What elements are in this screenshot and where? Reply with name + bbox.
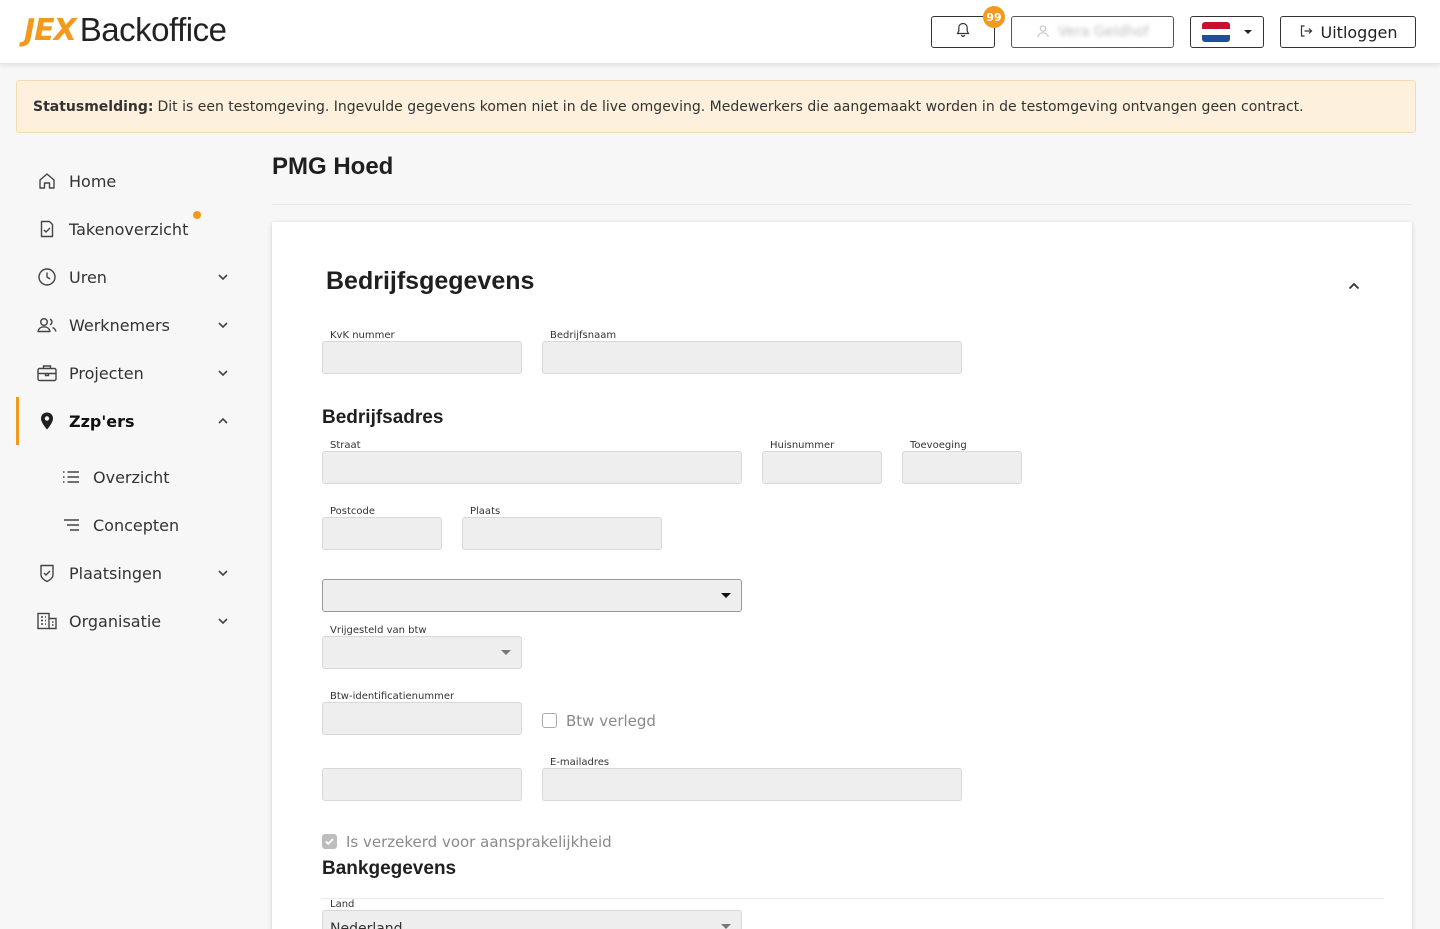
caret-down-icon <box>1244 30 1252 34</box>
chevron-down-icon <box>216 270 230 284</box>
home-icon <box>36 170 58 192</box>
field-label: Bedrijfsnaam <box>550 330 617 341</box>
vat-id-input[interactable]: Btw-identificatienummer <box>322 691 522 735</box>
caret-down-icon <box>721 924 731 929</box>
sidebar-subitem-overzicht[interactable]: Overzicht <box>16 453 246 501</box>
shield-check-icon <box>36 562 58 584</box>
location-pin-icon <box>36 410 58 432</box>
status-banner-label: Statusmelding: <box>33 98 154 115</box>
sidebar-item-label: Uren <box>69 267 107 287</box>
field-label: Straat <box>330 440 361 451</box>
sidebar-item-label: Overzicht <box>93 467 170 487</box>
task-document-icon <box>36 218 58 240</box>
sidebar-item-label: Concepten <box>93 515 180 535</box>
logout-label: Uitloggen <box>1320 22 1398 42</box>
logo-text: Backoffice <box>79 11 227 48</box>
bank-country-value: Nederland <box>330 921 403 929</box>
sidebar-item-projecten[interactable]: Projecten <box>16 349 246 397</box>
users-icon <box>36 314 58 336</box>
postcode-input[interactable]: Postcode <box>322 506 442 550</box>
sidebar-item-organisatie[interactable]: Organisatie <box>16 597 246 645</box>
phone-input[interactable] <box>322 768 522 801</box>
logo-mark: JEX <box>24 12 77 48</box>
field-label: Huisnummer <box>770 440 835 451</box>
field-label: Plaats <box>470 506 501 517</box>
insured-label: Is verzekerd voor aansprakelijkheid <box>346 833 612 851</box>
email-input[interactable]: E-mailadres <box>542 757 962 801</box>
vat-reverse-checkbox[interactable] <box>542 713 557 728</box>
field-label: Postcode <box>330 506 376 517</box>
sidebar-item-label: Home <box>69 171 117 191</box>
sidebar-item-label: Takenoverzicht <box>69 219 189 239</box>
caret-down-icon <box>501 650 511 655</box>
notification-dot <box>193 211 201 219</box>
user-button[interactable]: Vera Geldhof <box>1011 16 1174 48</box>
address-subtitle: Bedrijfsadres <box>322 407 444 428</box>
sidebar-item-label: Organisatie <box>69 611 162 631</box>
page-title: PMG Hoed <box>272 153 394 180</box>
kvk-number-input[interactable]: KvK nummer <box>322 330 522 374</box>
chevron-down-icon <box>216 566 230 580</box>
bell-icon <box>955 22 971 42</box>
city-input[interactable]: Plaats <box>462 506 662 550</box>
company-details-card: Bedrijfsgegevens KvK nummer Bedrijfsnaam… <box>272 222 1412 929</box>
company-name-input[interactable]: Bedrijfsnaam <box>542 330 962 374</box>
sidebar-item-label: Projecten <box>69 363 144 383</box>
sidebar-item-uren[interactable]: Uren <box>16 253 246 301</box>
notification-badge: 99 <box>983 6 1005 28</box>
briefcase-icon <box>36 362 58 384</box>
user-name: Vera Geldhof <box>1058 24 1149 40</box>
logout-button[interactable]: Uitloggen <box>1280 16 1416 48</box>
lines-icon <box>60 514 82 536</box>
addition-input[interactable]: Toevoeging <box>902 440 1022 484</box>
chevron-down-icon <box>216 614 230 628</box>
check-icon <box>325 838 334 846</box>
sidebar-item-label: Plaatsingen <box>69 563 163 583</box>
user-icon <box>1036 23 1050 42</box>
caret-down-icon <box>721 593 731 598</box>
vat-exempt-select[interactable]: Vrijgesteld van btw <box>322 625 522 669</box>
title-divider <box>272 204 1412 205</box>
chevron-down-icon <box>216 318 230 332</box>
sidebar-item-label: Werknemers <box>69 315 170 335</box>
bank-country-select[interactable]: Land Nederland <box>322 899 742 929</box>
field-label: Toevoeging <box>910 440 967 451</box>
sidebar-item-zzpers[interactable]: Zzp'ers <box>16 397 246 445</box>
bank-subtitle: Bankgegevens <box>322 858 457 879</box>
field-label: Btw-identificatienummer <box>330 691 455 702</box>
sidebar-item-plaatsingen[interactable]: Plaatsingen <box>16 549 246 597</box>
logout-icon <box>1299 23 1313 42</box>
clock-icon <box>36 266 58 288</box>
sidebar-item-werknemers[interactable]: Werknemers <box>16 301 246 349</box>
house-number-input[interactable]: Huisnummer <box>762 440 882 484</box>
sidebar-subitem-concepten[interactable]: Concepten <box>16 501 246 549</box>
building-icon <box>36 610 58 632</box>
status-banner: Statusmelding: Dit is een testomgeving. … <box>16 80 1416 133</box>
section-title: Bedrijfsgegevens <box>326 267 535 295</box>
street-input[interactable]: Straat <box>322 440 742 484</box>
field-label: KvK nummer <box>330 330 395 341</box>
sidebar-item-label: Zzp'ers <box>69 411 135 431</box>
field-label: E-mailadres <box>550 757 610 768</box>
vat-reverse-label: Btw verlegd <box>566 712 656 730</box>
chevron-up-icon[interactable] <box>1346 278 1362 294</box>
chevron-up-icon <box>216 414 230 428</box>
status-banner-text: Dit is een testomgeving. Ingevulde gegev… <box>157 98 1304 115</box>
logo[interactable]: JEX Backoffice <box>24 10 227 50</box>
country-select[interactable] <box>322 579 742 612</box>
sidebar-item-home[interactable]: Home <box>16 157 246 205</box>
top-header: JEX Backoffice 99 Vera Geldhof Uitloggen <box>0 0 1440 64</box>
language-select[interactable] <box>1190 16 1264 48</box>
list-icon <box>60 466 82 488</box>
bank-divider <box>322 898 1384 899</box>
insured-checkbox[interactable] <box>322 834 337 849</box>
field-label: Land <box>330 899 355 910</box>
field-label: Vrijgesteld van btw <box>330 625 427 636</box>
dutch-flag-icon <box>1202 22 1230 42</box>
chevron-down-icon <box>216 366 230 380</box>
sidebar-item-takenoverzicht[interactable]: Takenoverzicht <box>16 205 246 253</box>
